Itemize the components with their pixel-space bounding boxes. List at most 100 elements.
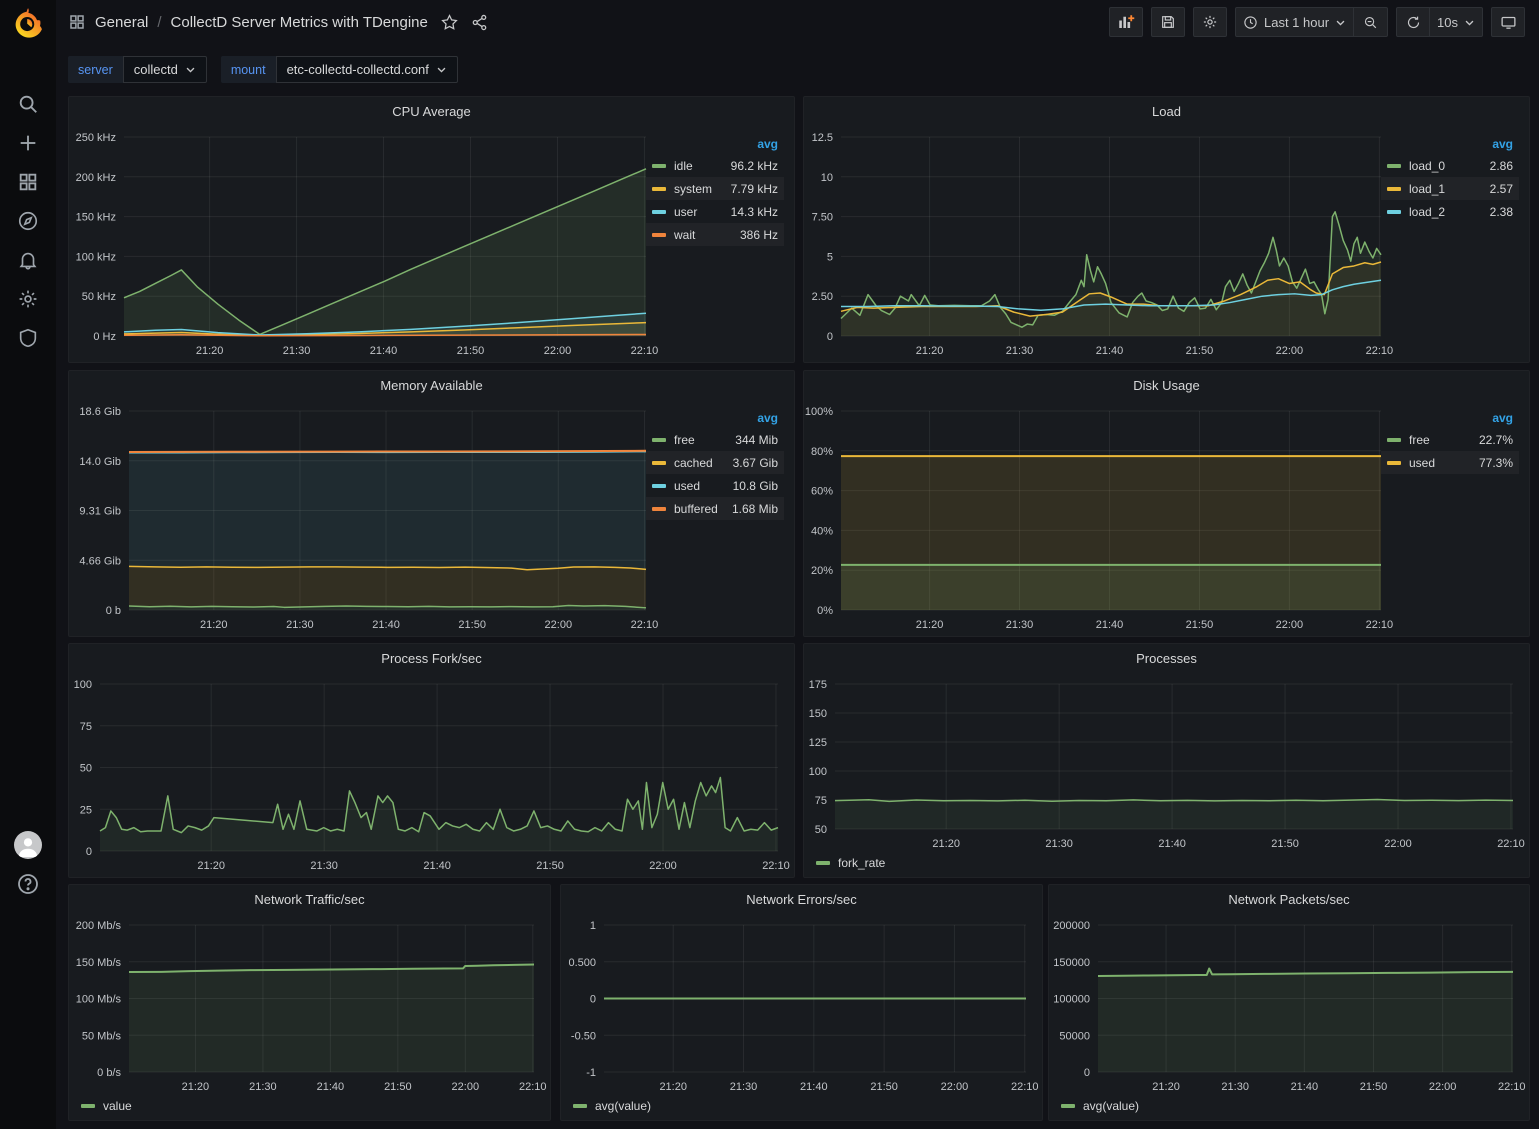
variable-server-value[interactable]: collectd <box>123 56 207 83</box>
series-fill-cached <box>129 566 646 607</box>
svg-text:21:40: 21:40 <box>372 619 400 631</box>
svg-text:22:00: 22:00 <box>545 619 573 631</box>
panel-title[interactable]: Process Fork/sec <box>69 651 794 666</box>
legend-item-idle[interactable]: idle96.2 kHz <box>646 154 784 177</box>
template-variables: server collectd mount etc-collectd-colle… <box>68 56 458 83</box>
svg-text:21:30: 21:30 <box>1221 1081 1249 1093</box>
chart-canvas-fork[interactable]: 025507510021:2021:3021:4021:5022:0022:10 <box>69 644 796 879</box>
user-avatar[interactable] <box>14 831 42 859</box>
server-admin-shield-icon[interactable] <box>16 326 40 350</box>
panel-memory-available: Memory Available0 b4.66 Gib9.31 Gib14.0 … <box>68 370 795 637</box>
legend-item-load_0[interactable]: load_02.86 <box>1381 154 1519 177</box>
breadcrumb-section[interactable]: General <box>95 14 148 31</box>
svg-text:21:20: 21:20 <box>196 345 224 357</box>
search-icon[interactable] <box>16 92 40 116</box>
explore-compass-icon[interactable] <box>16 209 40 233</box>
add-panel-button[interactable] <box>1109 7 1143 37</box>
series-color-swatch <box>652 233 666 237</box>
panel-title[interactable]: Network Errors/sec <box>561 892 1042 907</box>
legend-item-buffered[interactable]: buffered1.68 Mib <box>646 497 784 520</box>
svg-text:0: 0 <box>1084 1067 1090 1079</box>
time-range-label: Last 1 hour <box>1264 15 1329 30</box>
panel-title[interactable]: Processes <box>804 651 1529 666</box>
variable-mount-value[interactable]: etc-collectd-collectd.conf <box>276 56 458 83</box>
svg-text:0 b: 0 b <box>106 605 121 617</box>
legend-item-used[interactable]: used77.3% <box>1381 451 1519 474</box>
legend-item-value[interactable]: value <box>81 1099 132 1113</box>
svg-text:21:30: 21:30 <box>283 345 311 357</box>
save-dashboard-button[interactable] <box>1151 7 1185 37</box>
svg-text:10: 10 <box>821 172 833 184</box>
dashboards-icon[interactable] <box>16 170 40 194</box>
panel-network-packets: Network Packets/sec050000100000150000200… <box>1048 884 1530 1121</box>
svg-text:22:00: 22:00 <box>1276 345 1304 357</box>
legend-avg-header[interactable]: avg <box>1381 409 1519 428</box>
refresh-interval-picker[interactable]: 10s <box>1430 7 1483 37</box>
refresh-button[interactable] <box>1396 7 1430 37</box>
svg-text:200 Mb/s: 200 Mb/s <box>76 920 122 932</box>
svg-text:150 kHz: 150 kHz <box>76 212 116 224</box>
time-range-picker[interactable]: Last 1 hour <box>1235 7 1354 37</box>
svg-text:21:30: 21:30 <box>249 1081 277 1093</box>
svg-text:21:50: 21:50 <box>1360 1081 1388 1093</box>
top-bar: General / CollectD Server Metrics with T… <box>56 0 1539 44</box>
svg-text:22:00: 22:00 <box>941 1081 969 1093</box>
chart-canvas-netpackets[interactable]: 05000010000015000020000021:2021:3021:402… <box>1049 885 1531 1122</box>
share-icon[interactable] <box>471 14 488 31</box>
legend-item-system[interactable]: system7.79 kHz <box>646 177 784 200</box>
svg-text:21:30: 21:30 <box>1006 619 1034 631</box>
series-color-swatch <box>652 484 666 488</box>
legend-item-free[interactable]: free22.7% <box>1381 428 1519 451</box>
breadcrumb: General / CollectD Server Metrics with T… <box>68 13 488 31</box>
legend-avg-header[interactable]: avg <box>1381 135 1519 154</box>
series-fill-value <box>129 965 534 1072</box>
legend-item-avg(value)[interactable]: avg(value) <box>573 1099 651 1113</box>
toolbar: Last 1 hour 10s <box>1109 7 1525 37</box>
create-plus-icon[interactable] <box>16 131 40 155</box>
legend-item-used[interactable]: used10.8 Gib <box>646 474 784 497</box>
svg-text:-1: -1 <box>586 1067 596 1079</box>
star-icon[interactable] <box>441 14 458 31</box>
alerting-bell-icon[interactable] <box>16 248 40 272</box>
svg-text:21:20: 21:20 <box>916 345 944 357</box>
dashboard-title[interactable]: CollectD Server Metrics with TDengine <box>171 14 428 31</box>
legend-item-fork_rate[interactable]: fork_rate <box>816 856 885 870</box>
svg-text:21:40: 21:40 <box>317 1081 345 1093</box>
dashboard-settings-button[interactable] <box>1193 7 1227 37</box>
svg-text:0 b/s: 0 b/s <box>97 1067 121 1079</box>
svg-text:22:10: 22:10 <box>1366 345 1394 357</box>
svg-text:150000: 150000 <box>1053 957 1090 969</box>
legend-item-user[interactable]: user14.3 kHz <box>646 200 784 223</box>
legend-item-wait[interactable]: wait386 Hz <box>646 223 784 246</box>
chart-canvas-processes[interactable]: 507510012515017521:2021:3021:4021:5022:0… <box>804 644 1531 879</box>
panel-processes: Processes507510012515017521:2021:3021:40… <box>803 643 1530 878</box>
panel-title[interactable]: Network Traffic/sec <box>69 892 550 907</box>
zoom-out-time-button[interactable] <box>1354 7 1388 37</box>
panel-title[interactable]: Network Packets/sec <box>1049 892 1529 907</box>
legend-avg-header[interactable]: avg <box>646 135 784 154</box>
cycle-view-mode-button[interactable] <box>1491 7 1525 37</box>
series-color-swatch <box>1387 164 1401 168</box>
grafana-logo[interactable] <box>10 6 44 40</box>
panel-title[interactable]: Load <box>804 104 1529 119</box>
series-line-buffered <box>129 451 646 452</box>
chart-canvas-neterrors[interactable]: -1-0.5000.500121:2021:3021:4021:5022:002… <box>561 885 1044 1122</box>
legend-item-load_1[interactable]: load_12.57 <box>1381 177 1519 200</box>
configuration-gear-icon[interactable] <box>16 287 40 311</box>
legend-avg-header[interactable]: avg <box>646 409 784 428</box>
svg-text:125: 125 <box>809 737 827 749</box>
panel-title[interactable]: CPU Average <box>69 104 794 119</box>
svg-text:50000: 50000 <box>1059 1030 1090 1042</box>
legend-item-free[interactable]: free344 Mib <box>646 428 784 451</box>
legend-item-cached[interactable]: cached3.67 Gib <box>646 451 784 474</box>
help-icon[interactable] <box>16 872 40 896</box>
panel-title[interactable]: Memory Available <box>69 378 794 393</box>
svg-text:22:00: 22:00 <box>544 345 572 357</box>
legend-item-load_2[interactable]: load_22.38 <box>1381 200 1519 223</box>
legend-item-avg(value)[interactable]: avg(value) <box>1061 1099 1139 1113</box>
svg-text:200000: 200000 <box>1053 920 1090 932</box>
chart-canvas-nettraffic[interactable]: 0 b/s50 Mb/s100 Mb/s150 Mb/s200 Mb/s21:2… <box>69 885 552 1122</box>
svg-text:50 Mb/s: 50 Mb/s <box>82 1030 122 1042</box>
panel-process-fork: Process Fork/sec025507510021:2021:3021:4… <box>68 643 795 878</box>
panel-title[interactable]: Disk Usage <box>804 378 1529 393</box>
